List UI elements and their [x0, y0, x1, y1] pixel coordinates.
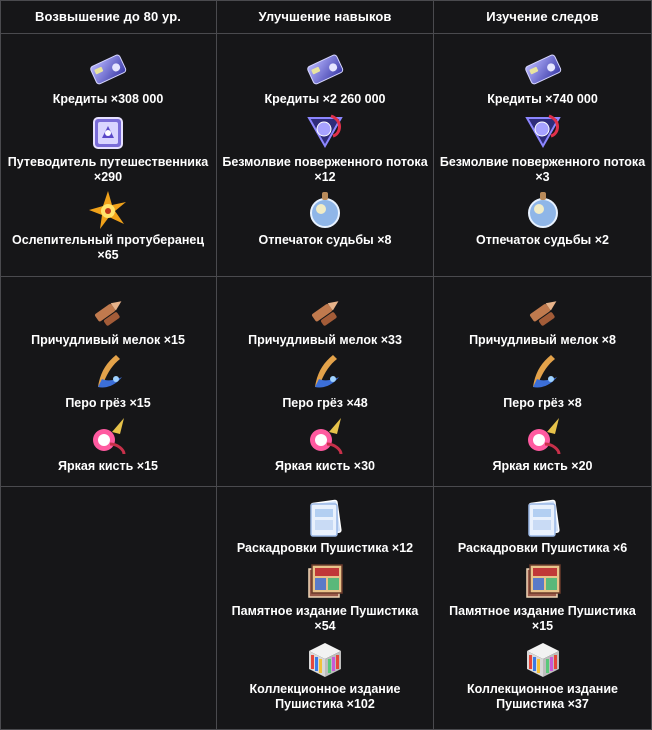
- quirky-chalk-icon: [521, 288, 565, 332]
- material-item: Яркая кисть ×20: [440, 414, 646, 474]
- material-label: Отпечаток судьбы ×8: [258, 233, 392, 247]
- material-label: Кредиты ×2 260 000: [264, 92, 386, 106]
- material-label: Причудливый мелок ×15: [31, 333, 185, 347]
- fallen-stream-silence-icon: [521, 110, 565, 154]
- material-label: Памятное издание Пушистика ×54: [231, 604, 419, 633]
- column-header-ascension: Возвышение до 80 ур.: [35, 9, 181, 24]
- material-item: Памятное издание Пушистика ×15: [440, 559, 646, 634]
- cell-ascension-row1: Кредиты ×308 000 Путеводитель путешествен…: [0, 47, 216, 263]
- blinding-flare-icon: [86, 188, 130, 232]
- destiny-imprint-icon: [303, 188, 347, 232]
- material-label: Причудливый мелок ×8: [469, 333, 616, 347]
- material-item: Кредиты ×740 000: [440, 47, 646, 107]
- material-item: Перо грёз ×15: [5, 351, 211, 411]
- bright-brush-icon: [303, 414, 347, 458]
- material-item: Ослепительный протуберанец ×65: [5, 188, 211, 263]
- material-label: Причудливый мелок ×33: [248, 333, 402, 347]
- destiny-imprint-icon: [521, 188, 565, 232]
- grid-line: [0, 276, 652, 277]
- material-item: Причудливый мелок ×15: [5, 288, 211, 348]
- material-item: Раскадровки Пушистика ×12: [222, 496, 428, 556]
- material-label: Безмолвие поверженного потока ×12: [222, 155, 428, 184]
- material-label: Ослепительный протуберанец ×65: [11, 233, 205, 262]
- fluffy-storyboards-icon: [521, 496, 565, 540]
- fluffy-memorial-edition-icon: [521, 559, 565, 603]
- material-item: Безмолвие поверженного потока ×12: [222, 110, 428, 185]
- bright-brush-icon: [521, 414, 565, 458]
- material-item: Коллекционное издание Пушистика ×102: [222, 637, 428, 712]
- cell-skills-row1: Кредиты ×2 260 000 Безмолвие поверженного…: [217, 47, 433, 248]
- material-item: Кредиты ×2 260 000: [222, 47, 428, 107]
- material-item: Отпечаток судьбы ×2: [440, 188, 646, 248]
- fluffy-collector-edition-icon: [303, 637, 347, 681]
- dream-quill-icon: [303, 351, 347, 395]
- material-label: Отпечаток судьбы ×2: [476, 233, 609, 247]
- material-item: Причудливый мелок ×33: [222, 288, 428, 348]
- material-item: Причудливый мелок ×8: [440, 288, 646, 348]
- material-label: Яркая кисть ×20: [492, 459, 593, 473]
- material-label: Перо грёз ×48: [282, 396, 368, 410]
- material-item: Кредиты ×308 000: [5, 47, 211, 107]
- material-label: Коллекционное издание Пушистика ×37: [466, 682, 618, 711]
- fluffy-collector-edition-icon: [521, 637, 565, 681]
- dream-quill-icon: [86, 351, 130, 395]
- cell-traces-row3: Раскадровки Пушистика ×6 Памятное издание…: [434, 496, 651, 712]
- material-label: Раскадровки Пушистика ×12: [236, 541, 414, 555]
- cell-skills-row3: Раскадровки Пушистика ×12 Памятное издани…: [217, 496, 433, 712]
- material-label: Раскадровки Пушистика ×6: [457, 541, 628, 555]
- fluffy-memorial-edition-icon: [303, 559, 347, 603]
- material-label: Кредиты ×740 000: [487, 92, 598, 106]
- material-item: Безмолвие поверженного потока ×3: [440, 110, 646, 185]
- material-label: Перо грёз ×15: [65, 396, 151, 410]
- material-item: Путеводитель путешественника ×290: [5, 110, 211, 185]
- cell-skills-row2: Причудливый мелок ×33 Перо грёз ×48 Яркая …: [217, 288, 433, 474]
- material-label: Яркая кисть ×30: [275, 459, 375, 473]
- material-label: Коллекционное издание Пушистика ×102: [249, 682, 401, 711]
- fluffy-storyboards-icon: [303, 496, 347, 540]
- travelers-guide-icon: [86, 110, 130, 154]
- materials-table: Возвышение до 80 ур. Улучшение навыков И…: [0, 0, 652, 730]
- dream-quill-icon: [521, 351, 565, 395]
- grid-line: [0, 33, 652, 34]
- material-label: Путеводитель путешественника ×290: [7, 155, 209, 184]
- material-item: Отпечаток судьбы ×8: [222, 188, 428, 248]
- quirky-chalk-icon: [303, 288, 347, 332]
- material-label: Кредиты ×308 000: [52, 92, 164, 106]
- material-item: Перо грёз ×48: [222, 351, 428, 411]
- cell-traces-row1: Кредиты ×740 000 Безмолвие поверженного п…: [434, 47, 651, 248]
- material-item: Памятное издание Пушистика ×54: [222, 559, 428, 634]
- material-item: Раскадровки Пушистика ×6: [440, 496, 646, 556]
- credits-icon: [303, 47, 347, 91]
- column-header-traces: Изучение следов: [486, 9, 599, 24]
- column-header-skills: Улучшение навыков: [258, 9, 392, 24]
- material-item: Перо грёз ×8: [440, 351, 646, 411]
- material-label: Перо грёз ×8: [503, 396, 582, 410]
- material-item: Яркая кисть ×15: [5, 414, 211, 474]
- credits-icon: [521, 47, 565, 91]
- material-label: Памятное издание Пушистика ×15: [449, 604, 636, 633]
- material-item: Коллекционное издание Пушистика ×37: [440, 637, 646, 712]
- material-label: Безмолвие поверженного потока ×3: [439, 155, 646, 184]
- material-label: Яркая кисть ×15: [58, 459, 158, 473]
- fallen-stream-silence-icon: [303, 110, 347, 154]
- material-item: Яркая кисть ×30: [222, 414, 428, 474]
- cell-traces-row2: Причудливый мелок ×8 Перо грёз ×8 Яркая ки…: [434, 288, 651, 474]
- cell-ascension-row2: Причудливый мелок ×15 Перо грёз ×15 Яркая …: [0, 288, 216, 474]
- quirky-chalk-icon: [86, 288, 130, 332]
- grid-line: [0, 486, 652, 487]
- credits-icon: [86, 47, 130, 91]
- bright-brush-icon: [86, 414, 130, 458]
